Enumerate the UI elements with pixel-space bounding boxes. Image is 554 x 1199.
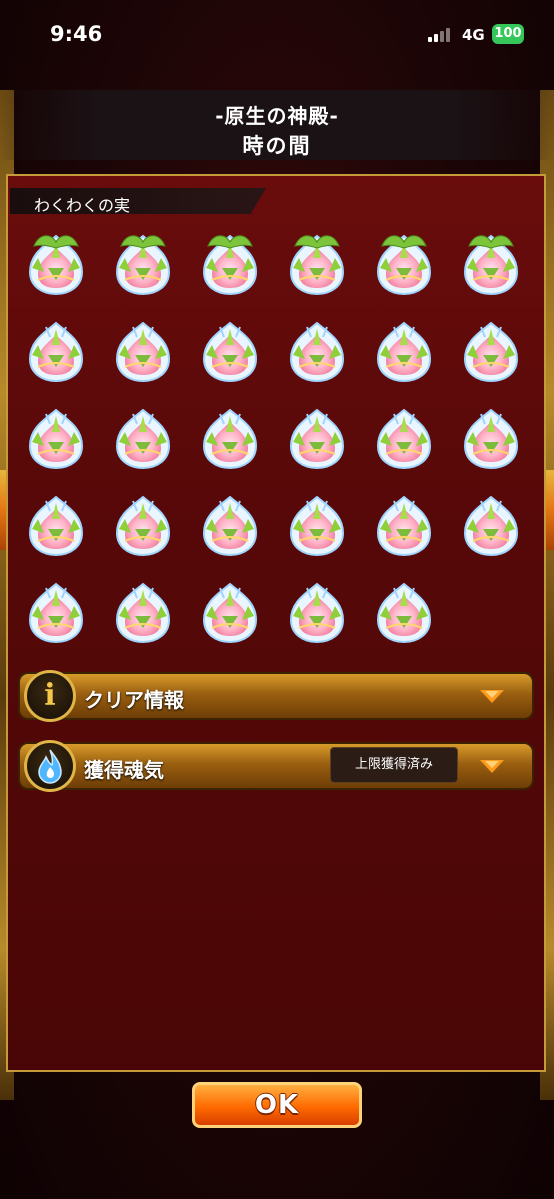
lotus-fruit-icon bbox=[285, 228, 349, 298]
lotus-fruit-icon bbox=[285, 489, 349, 559]
lotus-fruit-icon bbox=[198, 489, 262, 559]
battery-icon: 100 bbox=[492, 24, 524, 44]
lotus-fruit-icon bbox=[198, 576, 262, 646]
soul-flame-icon bbox=[24, 740, 76, 792]
lotus-fruit-icon bbox=[285, 402, 349, 472]
lotus-fruit-icon bbox=[372, 315, 436, 385]
lotus-fruit-icon bbox=[198, 402, 262, 472]
lotus-fruit-icon bbox=[24, 315, 88, 385]
lotus-fruit-icon bbox=[459, 489, 523, 559]
status-bar: 9:46 4G 100 bbox=[0, 0, 554, 70]
chevron-highlight bbox=[485, 691, 499, 698]
ok-button[interactable]: OK bbox=[192, 1082, 362, 1128]
status-badge: 上限獲得済み bbox=[330, 747, 458, 783]
lotus-fruit-icon bbox=[372, 228, 436, 298]
stage-subtitle: 時の間 bbox=[242, 134, 312, 158]
lotus-fruit-icon bbox=[111, 315, 175, 385]
lotus-fruit-icon bbox=[198, 315, 262, 385]
lotus-fruit-icon bbox=[24, 228, 88, 298]
chevron-highlight bbox=[485, 761, 499, 768]
lotus-fruit-icon bbox=[111, 402, 175, 472]
section-label: わくわくの実 bbox=[34, 196, 131, 215]
lotus-fruit-icon bbox=[111, 228, 175, 298]
lotus-fruit-icon bbox=[372, 402, 436, 472]
stage-title: -原生の神殿- bbox=[215, 104, 339, 128]
lotus-fruit-icon bbox=[24, 576, 88, 646]
lotus-fruit-icon bbox=[24, 489, 88, 559]
lotus-fruit-icon bbox=[459, 315, 523, 385]
lotus-fruit-icon bbox=[111, 489, 175, 559]
signal-icon bbox=[428, 28, 450, 42]
lotus-fruit-icon bbox=[459, 228, 523, 298]
network-type: 4G bbox=[462, 26, 485, 44]
soul-energy-label: 獲得魂気 bbox=[84, 758, 164, 782]
lotus-fruit-icon bbox=[24, 402, 88, 472]
lotus-fruit-icon bbox=[459, 402, 523, 472]
lotus-fruit-icon bbox=[198, 228, 262, 298]
lotus-fruit-icon bbox=[372, 576, 436, 646]
lotus-fruit-icon bbox=[111, 576, 175, 646]
lotus-fruit-icon bbox=[372, 489, 436, 559]
lotus-fruit-icon bbox=[285, 315, 349, 385]
lotus-fruit-icon bbox=[285, 576, 349, 646]
info-icon: i bbox=[24, 670, 76, 722]
clear-info-label: クリア情報 bbox=[84, 688, 184, 712]
status-time: 9:46 bbox=[50, 22, 103, 46]
